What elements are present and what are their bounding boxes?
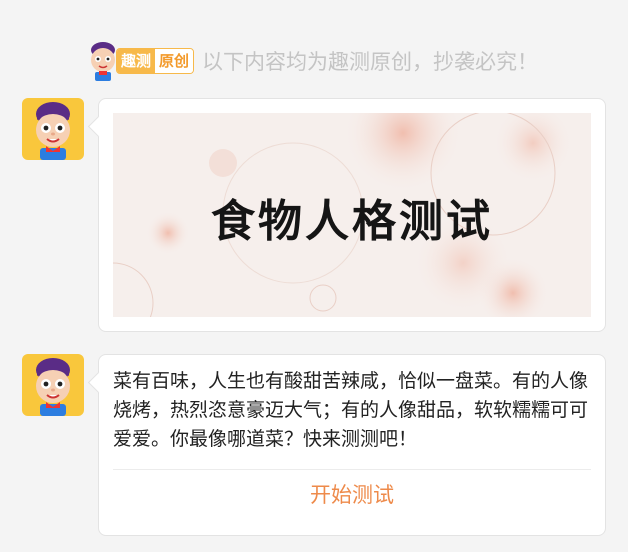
bot-avatar (22, 354, 84, 416)
mascot-avatar-icon (36, 358, 70, 416)
banner-title: 食物人格测试 (211, 196, 493, 247)
bot-avatar (22, 98, 84, 160)
original-badge: 趣测 原创 (116, 48, 195, 74)
banner-bubble[interactable]: 食物人格测试 (98, 98, 606, 332)
original-notice: 趣测 原创 以下内容均为趣测原创，抄袭必究！ (84, 38, 624, 84)
notice-text: 以下内容均为趣测原创，抄袭必究！ (202, 50, 539, 74)
badge-brand: 趣测 (117, 49, 156, 73)
mascot-avatar-icon (36, 102, 70, 160)
divider (113, 469, 591, 470)
mascot-icon (84, 40, 122, 82)
start-test-button[interactable]: 开始测试 (99, 479, 605, 509)
intro-bubble: 菜有百味，人生也有酸甜苦辣咸，恰似一盘菜。有的人像烧烤，热烈恣意豪迈大气；有的人… (98, 354, 606, 536)
intro-text: 菜有百味，人生也有酸甜苦辣咸，恰似一盘菜。有的人像烧烤，热烈恣意豪迈大气；有的人… (113, 370, 589, 450)
banner-image[interactable]: 食物人格测试 (113, 113, 591, 317)
badge-original: 原创 (155, 49, 194, 73)
